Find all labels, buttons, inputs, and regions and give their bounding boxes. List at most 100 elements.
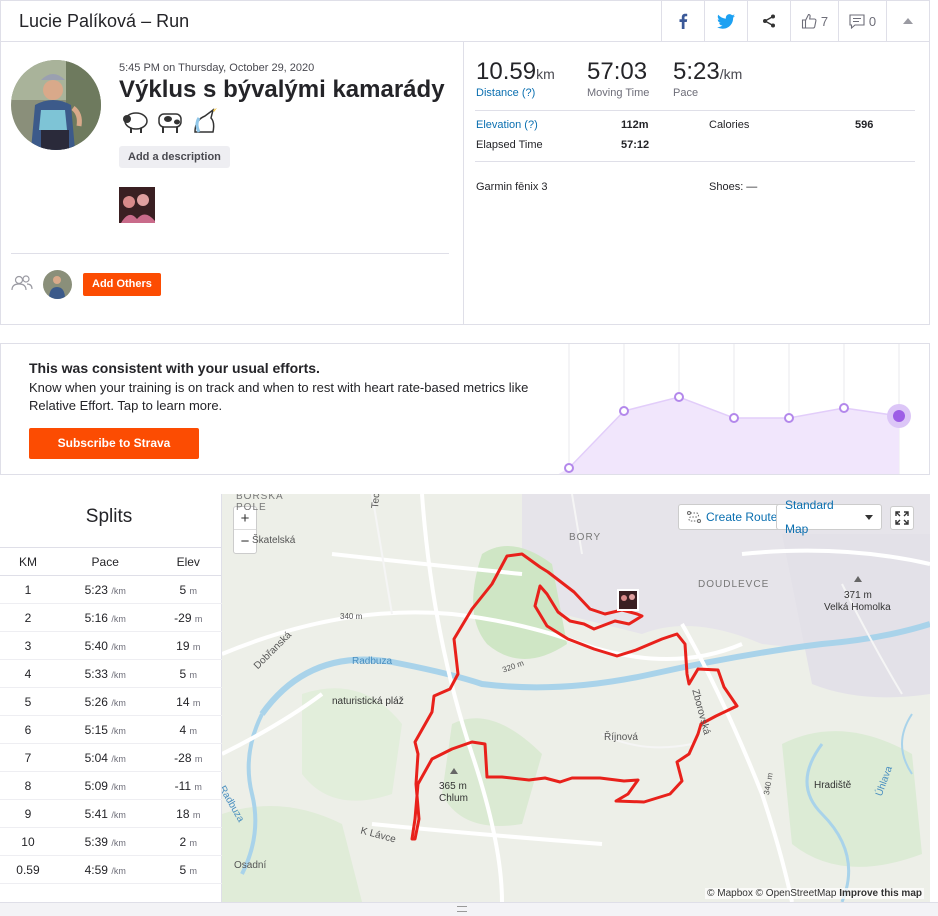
effort-chart <box>558 344 911 474</box>
split-pace-value: 5:23 <box>84 582 108 597</box>
split-elev: 14 m <box>154 687 222 716</box>
effort-title: This was consistent with your usual effo… <box>29 360 320 376</box>
split-pace: 5:39 /km <box>55 827 155 856</box>
activity-stats: 10.59km Distance (?) 57:03 Moving Time 5… <box>464 42 930 324</box>
pace-unit: /km <box>111 865 126 876</box>
split-elev-value: 5 <box>179 666 187 681</box>
moving-time-label: Moving Time <box>587 87 650 99</box>
effort-description: Know when your training is on track and … <box>29 380 529 413</box>
cow-emoji-icon <box>158 113 182 133</box>
facebook-share-button[interactable] <box>661 1 704 41</box>
subscribe-button[interactable]: Subscribe to Strava <box>29 428 199 459</box>
twitter-share-button[interactable] <box>704 1 747 41</box>
split-elev: 18 m <box>154 799 222 828</box>
activity-date: 5:45 PM on Thursday, October 29, 2020 <box>119 62 315 74</box>
zoom-control: + − <box>233 506 257 554</box>
split-km: 5 <box>0 687 56 716</box>
distance-label[interactable]: Distance (?) <box>476 87 555 99</box>
elev-unit: m <box>189 669 198 680</box>
split-pace-value: 5:16 <box>84 610 108 625</box>
pace-stat: 5:23/km Pace <box>673 58 742 99</box>
split-elev: 5 m <box>154 575 222 604</box>
elevation-label[interactable]: Elevation (?) <box>476 119 538 131</box>
split-elev-value: -29 <box>174 610 192 625</box>
comments-count: 0 <box>868 13 877 29</box>
pace-value: 5:23 <box>673 58 720 85</box>
table-row: 6 5:15 /km 4 m <box>0 715 222 744</box>
add-others-button[interactable]: Add Others <box>83 273 161 296</box>
pace-unit: /km <box>111 585 126 596</box>
moving-time-value: 57:03 <box>587 58 648 85</box>
split-km: 6 <box>0 715 56 744</box>
elev-unit: m <box>194 753 203 764</box>
activity-details: 5:45 PM on Thursday, October 29, 2020 Vý… <box>1 42 464 324</box>
route-map[interactable]: + − Create Route Standard Map BORSKÁ POL… <box>222 494 930 902</box>
split-elev-value: 2 <box>179 834 187 849</box>
split-elev: -29 m <box>154 603 222 632</box>
table-row: 1 5:23 /km 5 m <box>0 575 222 604</box>
elev-unit: m <box>189 725 198 736</box>
kudos-button[interactable]: 7 <box>790 1 838 41</box>
table-row: 10 5:39 /km 2 m <box>0 827 222 856</box>
elapsed-time-label: Elapsed Time <box>476 139 543 151</box>
fullscreen-button[interactable] <box>890 506 914 530</box>
osm-attribution-link[interactable]: © OpenStreetMap <box>756 888 837 899</box>
relative-effort-panel[interactable]: This was consistent with your usual effo… <box>0 343 930 475</box>
map-type-label: Standard Map <box>785 498 834 536</box>
header-actions: 7 0 <box>661 1 929 41</box>
split-pace-value: 4:59 <box>84 862 108 877</box>
comments-button[interactable]: 0 <box>838 1 886 41</box>
participant-avatar[interactable] <box>43 270 72 299</box>
map-label-homolka-height: 371 m <box>844 590 872 601</box>
split-pace: 5:09 /km <box>55 771 155 800</box>
split-pace-value: 5:04 <box>84 750 108 765</box>
split-km: 3 <box>0 631 56 660</box>
divider <box>475 161 915 162</box>
split-elev: -28 m <box>154 743 222 772</box>
split-km: 4 <box>0 659 56 688</box>
sheep-emoji-icon <box>123 112 148 133</box>
pace-unit: /km <box>111 753 126 764</box>
split-km: 2 <box>0 603 56 632</box>
split-elev-value: 14 <box>176 694 190 709</box>
collapse-button[interactable] <box>886 1 929 41</box>
map-label-skatelska: Škatelská <box>252 535 296 546</box>
resize-bar[interactable] <box>0 902 938 916</box>
split-elev-value: 5 <box>179 862 187 877</box>
activity-photo[interactable] <box>119 187 155 223</box>
split-elev: 4 m <box>154 715 222 744</box>
splits-panel: Splits KM Pace Elev 1 5:23 /km 5 m 2 5:16 /k… <box>0 494 222 902</box>
table-row: 9 5:41 /km 18 m <box>0 799 222 828</box>
split-km: 9 <box>0 799 56 828</box>
map-type-select[interactable]: Standard Map <box>776 498 882 536</box>
table-row: 2 5:16 /km -29 m <box>0 603 222 632</box>
map-label-hradiste: Hradiště <box>814 780 852 791</box>
mapbox-attribution-link[interactable]: © Mapbox <box>707 888 753 899</box>
table-row: 0.59 4:59 /km 5 m <box>0 855 222 884</box>
splits-rows: 1 5:23 /km 5 m 2 5:16 /km -29 m 3 5:40 /km 19 m4… <box>0 575 222 884</box>
share-button[interactable] <box>747 1 790 41</box>
activity-title[interactable]: Výklus s bývalými kamarády <box>119 76 445 104</box>
divider <box>11 253 449 254</box>
thumbs-up-icon <box>801 13 817 29</box>
split-pace: 4:59 /km <box>55 855 155 884</box>
column-header-km: KM <box>0 547 56 576</box>
map-label-doudlevce: DOUDLEVCE <box>698 579 770 590</box>
athlete-avatar[interactable] <box>11 60 101 150</box>
distance-unit: km <box>536 66 555 82</box>
splits-title: Splits <box>85 506 133 527</box>
caret-up-icon <box>903 18 913 24</box>
map-canvas <box>222 494 930 902</box>
pace-unit: /km <box>111 641 126 652</box>
split-elev-value: -11 <box>174 778 192 793</box>
split-pace-value: 5:09 <box>84 778 108 793</box>
create-route-button[interactable]: Create Route <box>678 504 787 530</box>
add-description-button[interactable]: Add a description <box>119 146 230 168</box>
expand-icon <box>895 511 909 525</box>
pace-unit: /km <box>111 725 126 736</box>
resize-grip-icon[interactable] <box>457 906 467 912</box>
device-name: Garmin fēnix 3 <box>476 181 548 193</box>
improve-map-link[interactable]: Improve this map <box>839 888 922 899</box>
chevron-down-icon <box>865 514 873 520</box>
calories-value: 596 <box>855 119 874 131</box>
